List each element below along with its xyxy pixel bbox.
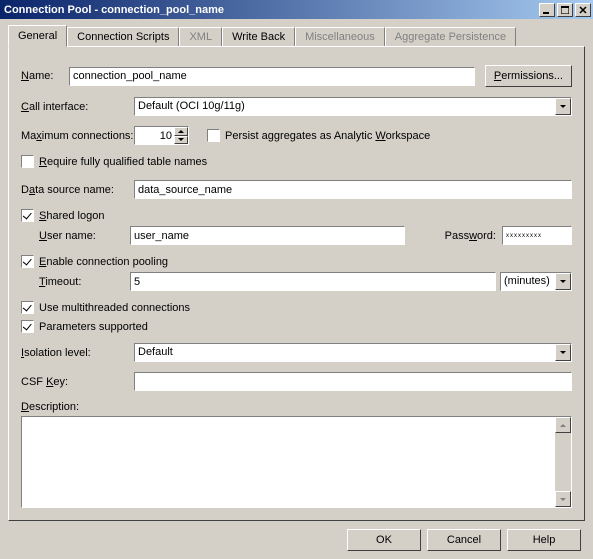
tab-strip: General Connection Scripts XML Write Bac… <box>8 25 585 46</box>
tab-aggregate-persistence: Aggregate Persistence <box>385 27 516 46</box>
multithread-label: Use multithreaded connections <box>39 302 190 314</box>
close-button[interactable] <box>575 3 591 17</box>
name-label: Name: <box>21 70 69 82</box>
tab-panel-general: Name: Permissions... Call interface: Def… <box>8 46 585 521</box>
maximize-button[interactable] <box>557 3 573 17</box>
titlebar[interactable]: Connection Pool - connection_pool_name <box>0 0 593 19</box>
description-label: Description: <box>21 401 79 413</box>
chevron-down-icon <box>555 98 571 115</box>
require-fq-checkbox[interactable] <box>21 155 34 168</box>
tab-connection-scripts[interactable]: Connection Scripts <box>67 27 179 46</box>
scrollbar[interactable] <box>555 417 571 507</box>
csf-key-label: CSF Key: <box>21 376 134 388</box>
enable-pooling-label: Enable connection pooling <box>39 256 168 268</box>
params-supported-label: Parameters supported <box>39 321 148 333</box>
isolation-dropdown[interactable]: Default <box>134 343 572 362</box>
window-title: Connection Pool - connection_pool_name <box>4 4 537 16</box>
shared-logon-label: Shared logon <box>39 210 104 222</box>
max-conn-label: Maximum connections: <box>21 130 134 142</box>
chevron-down-icon <box>555 344 571 361</box>
params-supported-checkbox[interactable] <box>21 320 34 333</box>
name-input[interactable] <box>69 67 475 86</box>
spin-down-icon[interactable] <box>174 136 188 145</box>
tab-miscellaneous: Miscellaneous <box>295 27 385 46</box>
enable-pooling-checkbox[interactable] <box>21 255 34 268</box>
permissions-button[interactable]: Permissions... <box>485 65 572 87</box>
description-textarea[interactable] <box>21 416 572 508</box>
tab-general[interactable]: General <box>8 25 67 47</box>
help-button[interactable]: Help <box>507 529 581 551</box>
isolation-label: Isolation level: <box>21 347 134 359</box>
password-input[interactable] <box>502 226 572 245</box>
shared-logon-checkbox[interactable] <box>21 209 34 222</box>
tab-xml: XML <box>179 27 222 46</box>
spin-up-icon[interactable] <box>174 127 188 136</box>
data-source-label: Data source name: <box>21 184 134 196</box>
require-fq-label: Require fully qualified table names <box>39 156 207 168</box>
scroll-up-icon[interactable] <box>555 417 571 433</box>
max-conn-spinner[interactable] <box>134 126 189 145</box>
call-interface-dropdown[interactable]: Default (OCI 10g/11g) <box>134 97 572 116</box>
ok-button[interactable]: OK <box>347 529 421 551</box>
data-source-input[interactable] <box>134 180 572 199</box>
cancel-button[interactable]: Cancel <box>427 529 501 551</box>
persist-aggregates-label: Persist aggregates as Analytic Workspace <box>225 130 430 142</box>
call-interface-label: Call interface: <box>21 101 134 113</box>
multithread-checkbox[interactable] <box>21 301 34 314</box>
chevron-down-icon <box>555 273 571 290</box>
timeout-unit-dropdown[interactable]: (minutes) <box>500 272 572 291</box>
tab-write-back[interactable]: Write Back <box>222 27 295 46</box>
max-conn-input[interactable] <box>134 126 174 145</box>
persist-aggregates-checkbox[interactable] <box>207 129 220 142</box>
user-name-input[interactable] <box>130 226 405 245</box>
csf-key-input[interactable] <box>134 372 572 391</box>
scroll-down-icon[interactable] <box>555 491 571 507</box>
timeout-input[interactable] <box>130 272 496 291</box>
password-label: Password: <box>445 230 496 242</box>
timeout-label: Timeout: <box>39 276 130 288</box>
minimize-button[interactable] <box>539 3 555 17</box>
user-name-label: User name: <box>39 230 130 242</box>
